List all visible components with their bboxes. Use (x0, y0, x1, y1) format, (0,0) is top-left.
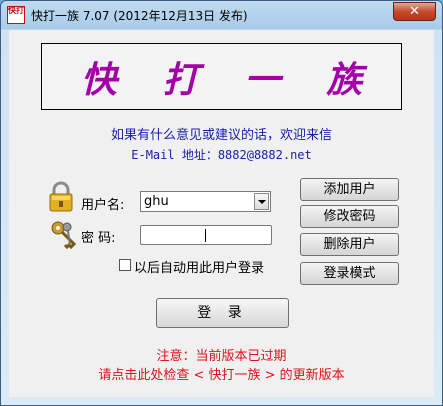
password-field[interactable] (140, 225, 272, 245)
close-button[interactable]: ✕ (393, 2, 436, 21)
keys-icon (51, 221, 77, 249)
username-combobox[interactable]: ghu (140, 191, 271, 212)
client-area: 快 打 一 族 如果有什么意见或建议的话，欢迎来信 E-Mail 地址：8882… (9, 30, 434, 397)
edit-password-button[interactable]: 修改密码 (300, 205, 399, 228)
app-icon: 快打 (7, 6, 25, 24)
delete-user-button[interactable]: 删除用户 (300, 233, 399, 256)
expired-notice: 注意：当前版本已过期 (156, 349, 287, 364)
feedback-text: 如果有什么意见或建议的话，欢迎来信 (110, 128, 332, 143)
add-user-button[interactable]: 添加用户 (300, 178, 399, 201)
email-text: E-Mail 地址：8882@8882.net (131, 148, 312, 162)
banner-char: 快 (80, 58, 117, 101)
text-caret (205, 229, 206, 242)
window-title: 快打一族 7.07 (2012年12月13日 发布) (31, 9, 248, 23)
banner-char: 一 (244, 58, 281, 101)
password-label: 密 码: (81, 231, 116, 246)
username-value[interactable]: ghu (144, 194, 169, 209)
auto-login-label[interactable]: 以后自动用此用户登录 (134, 257, 264, 276)
update-check-link[interactable]: 请点击此处检查 < 快打一族 > 的更新版本 (9, 364, 434, 383)
banner: 快 打 一 族 (41, 43, 402, 110)
login-button[interactable]: 登 录 (156, 298, 289, 328)
chevron-down-icon[interactable] (254, 193, 269, 210)
auto-login-checkbox[interactable] (119, 259, 131, 271)
lock-icon (49, 181, 73, 212)
title-bar[interactable]: 快打 快打一族 7.07 (2012年12月13日 发布) ✕ (1, 1, 442, 29)
banner-char: 族 (326, 58, 363, 101)
username-label: 用户名: (81, 198, 125, 213)
banner-char: 打 (162, 58, 199, 101)
app-window: 快打 快打一族 7.07 (2012年12月13日 发布) ✕ 快 打 一 族 … (0, 0, 443, 406)
login-mode-button[interactable]: 登录模式 (300, 262, 399, 285)
